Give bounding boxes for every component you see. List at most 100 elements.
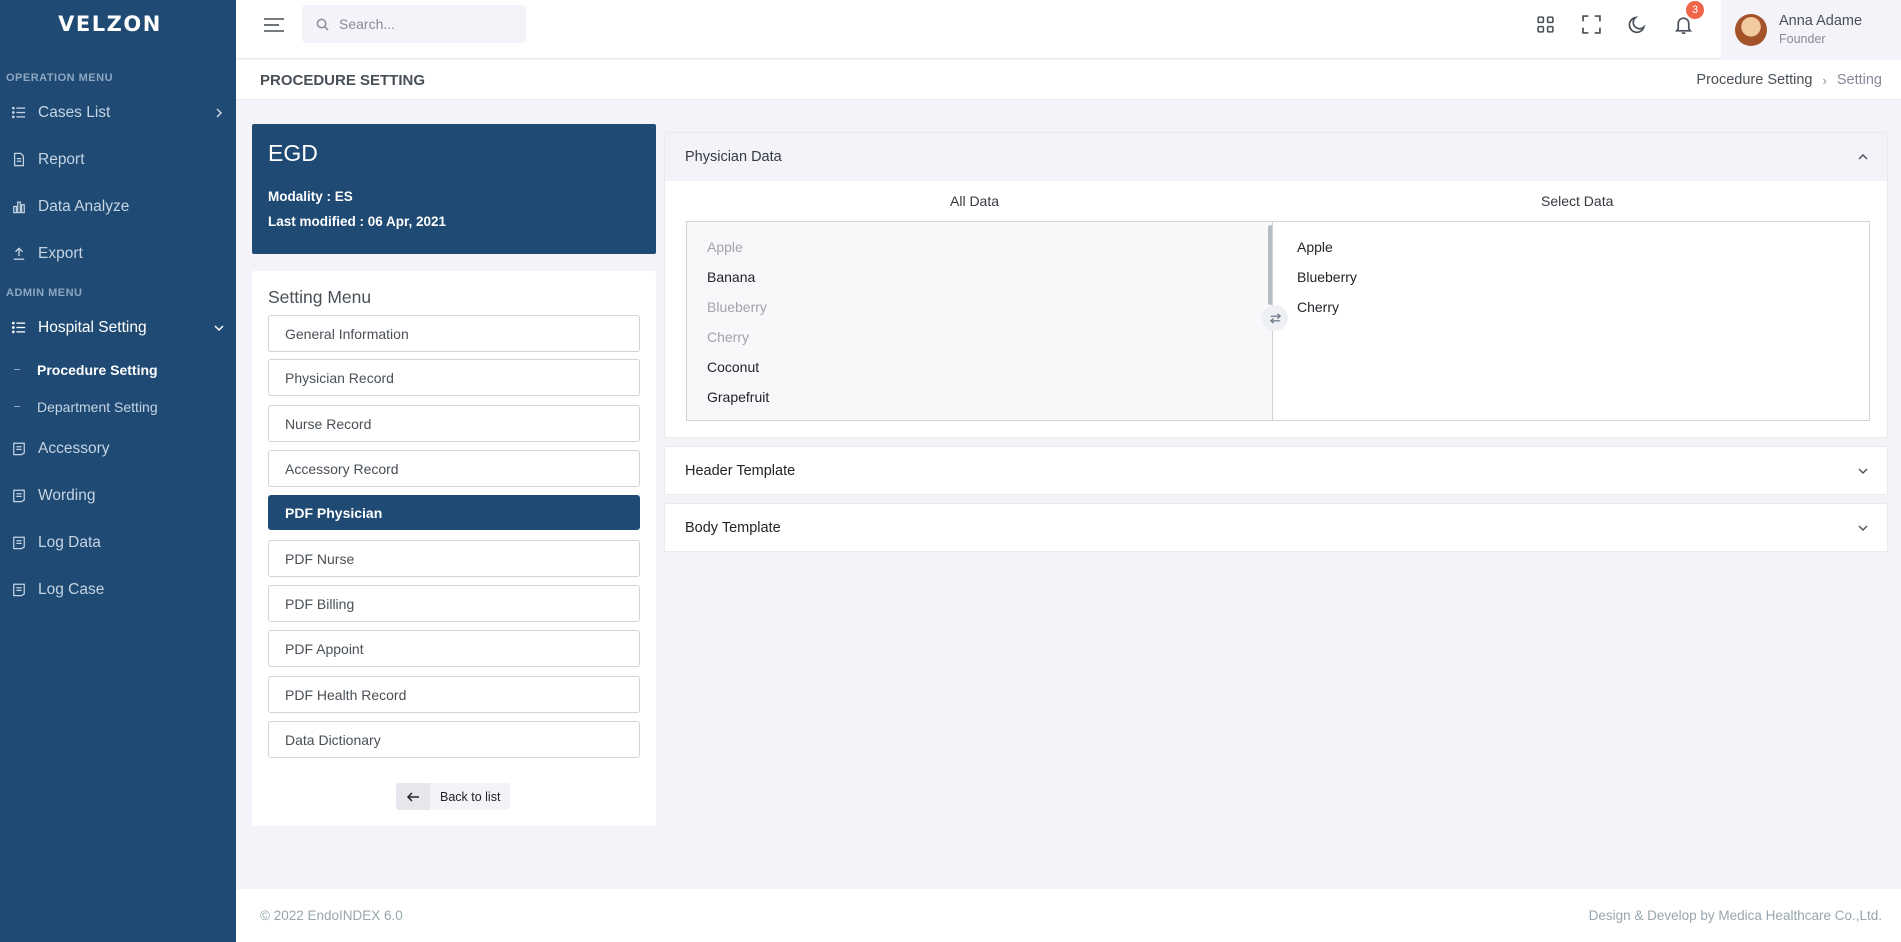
accordion-header-template: Header Template xyxy=(664,446,1888,495)
setting-menu-card: Setting Menu General Information Physici… xyxy=(252,271,656,826)
chevron-down-icon xyxy=(1858,468,1868,474)
sidebar-item-data-analyze[interactable]: Data Analyze xyxy=(0,183,236,230)
procedure-card: EGD Modality : ES Last modified : 06 Apr… xyxy=(252,124,656,254)
sidebar-item-accessory[interactable]: Accessory xyxy=(0,425,236,472)
accordion-title: Physician Data xyxy=(685,149,782,165)
list-icon xyxy=(12,106,26,120)
admin-menu-title: ADMIN MENU xyxy=(6,287,83,299)
sidebar-subitem-department-setting[interactable]: Department Setting xyxy=(0,388,236,425)
menu-data-dictionary[interactable]: Data Dictionary xyxy=(268,721,640,758)
sidebar-item-label: Data Analyze xyxy=(38,197,130,215)
sidebar-item-label: Accessory xyxy=(38,439,110,457)
chevron-right-icon xyxy=(216,107,223,118)
dash-icon xyxy=(14,369,20,370)
form-icon xyxy=(12,489,26,503)
sidebar-item-label: Hospital Setting xyxy=(38,318,147,336)
search-box xyxy=(302,5,526,43)
user-name: Anna Adame xyxy=(1779,13,1863,29)
list-item[interactable]: Blueberry xyxy=(1277,262,1869,292)
sidebar-item-label: Export xyxy=(38,244,83,262)
user-role: Founder xyxy=(1779,32,1826,46)
breadcrumb: Procedure Setting › Setting xyxy=(1696,72,1882,88)
sidebar-item-label: Wording xyxy=(38,486,96,504)
list-item[interactable]: Coconut xyxy=(687,352,1272,382)
menu-pdf-nurse[interactable]: PDF Nurse xyxy=(268,540,640,577)
back-to-list-label: Back to list xyxy=(440,789,501,804)
sidebar-item-label: Log Data xyxy=(38,533,101,551)
menu-pdf-appoint[interactable]: PDF Appoint xyxy=(268,630,640,667)
breadcrumb-current: Setting xyxy=(1836,72,1882,88)
menu-general-information[interactable]: General Information xyxy=(268,315,640,352)
sidebar-item-label: Report xyxy=(38,150,85,168)
setting-menu-title: Setting Menu xyxy=(268,287,372,307)
chevron-right-icon: › xyxy=(1822,72,1827,88)
sidebar-subitem-label: Department Setting xyxy=(37,398,158,415)
sidebar-item-export[interactable]: Export xyxy=(0,230,236,277)
procedure-last-modified: Last modified : 06 Apr, 2021 xyxy=(268,214,447,229)
all-data-title: All Data xyxy=(950,193,1000,209)
list-item[interactable]: Cherry xyxy=(1277,292,1869,322)
user-menu[interactable]: Anna Adame Founder xyxy=(1721,0,1901,59)
bar-chart-icon xyxy=(12,200,26,214)
page-title: PROCEDURE SETTING xyxy=(260,72,426,89)
breadcrumb-link[interactable]: Procedure Setting xyxy=(1696,72,1812,88)
sidebar-item-cases-list[interactable]: Cases List xyxy=(0,89,236,136)
accordion-header-header-template[interactable]: Header Template xyxy=(665,447,1887,495)
selected-data-list[interactable]: Apple Blueberry Cherry xyxy=(1277,222,1869,420)
notification-badge: 3 xyxy=(1686,1,1704,19)
search-icon xyxy=(316,18,329,31)
list-item[interactable]: Kiwi xyxy=(687,412,1272,420)
accordion-body-template: Body Template xyxy=(664,503,1888,552)
accordion-title: Body Template xyxy=(685,520,781,536)
list-item[interactable]: Cherry xyxy=(687,322,1272,352)
sidebar-item-hospital-setting[interactable]: Hospital Setting xyxy=(0,304,236,351)
avatar xyxy=(1735,13,1767,46)
select-data-title: Select Data xyxy=(1541,193,1614,209)
footer: © 2022 EndoINDEX 6.0 Design & Develop by… xyxy=(236,889,1901,942)
bell-icon[interactable]: 3 xyxy=(1672,1,1704,35)
chevron-down-icon xyxy=(1858,525,1868,531)
back-to-list-button[interactable]: Back to list xyxy=(396,783,511,810)
arrow-left-icon xyxy=(396,783,430,810)
procedure-modality: Modality : ES xyxy=(268,189,353,204)
list-item[interactable]: Blueberry xyxy=(687,292,1272,322)
dual-list-box: All Data Select Data Apple Banana Bluebe… xyxy=(665,181,1887,431)
list-item[interactable]: Grapefruit xyxy=(687,382,1272,412)
sidebar: VELZON OPERATION MENU Cases List Report … xyxy=(0,0,236,942)
sidebar-item-label: Cases List xyxy=(38,103,111,121)
list-item[interactable]: Apple xyxy=(687,232,1272,262)
fullscreen-icon[interactable] xyxy=(1580,13,1602,35)
topbar: 3 Anna Adame Founder xyxy=(236,0,1901,59)
sidebar-item-report[interactable]: Report xyxy=(0,136,236,183)
sidebar-item-wording[interactable]: Wording xyxy=(0,472,236,519)
menu-physician-record[interactable]: Physician Record xyxy=(268,359,640,396)
menu-pdf-physician[interactable]: PDF Physician xyxy=(268,495,640,530)
procedure-name: EGD xyxy=(268,140,318,166)
scrollbar[interactable] xyxy=(1268,225,1272,305)
accordion-header-physician[interactable]: Physician Data xyxy=(665,133,1887,181)
hamburger-icon[interactable] xyxy=(264,17,284,33)
list-item[interactable]: Banana xyxy=(687,262,1272,292)
footer-copyright: © 2022 EndoINDEX 6.0 xyxy=(260,908,403,923)
menu-accessory-record[interactable]: Accessory Record xyxy=(268,450,640,487)
dash-icon xyxy=(14,406,20,407)
search-input[interactable] xyxy=(339,16,509,32)
chevron-up-icon xyxy=(1858,154,1868,160)
list-item[interactable]: Apple xyxy=(1277,232,1869,262)
operation-menu-title: OPERATION MENU xyxy=(6,72,114,84)
accordion-physician-data: Physician Data All Data Select Data Appl… xyxy=(664,132,1888,438)
sidebar-item-log-case[interactable]: Log Case xyxy=(0,566,236,613)
menu-pdf-billing[interactable]: PDF Billing xyxy=(268,585,640,622)
sidebar-item-log-data[interactable]: Log Data xyxy=(0,519,236,566)
menu-pdf-health-record[interactable]: PDF Health Record xyxy=(268,676,640,713)
accordion-title: Header Template xyxy=(685,463,796,479)
sidebar-subitem-procedure-setting[interactable]: Procedure Setting xyxy=(0,351,236,388)
moon-icon[interactable] xyxy=(1626,13,1648,35)
page-title-bar: PROCEDURE SETTING Procedure Setting › Se… xyxy=(236,60,1901,100)
menu-nurse-record[interactable]: Nurse Record xyxy=(268,405,640,442)
apps-icon[interactable] xyxy=(1534,13,1556,35)
all-data-list[interactable]: Apple Banana Blueberry Cherry Coconut Gr… xyxy=(687,222,1273,420)
accordion-header-body-template[interactable]: Body Template xyxy=(665,504,1887,552)
logo[interactable]: VELZON xyxy=(0,0,236,48)
chevron-down-icon xyxy=(214,324,224,331)
